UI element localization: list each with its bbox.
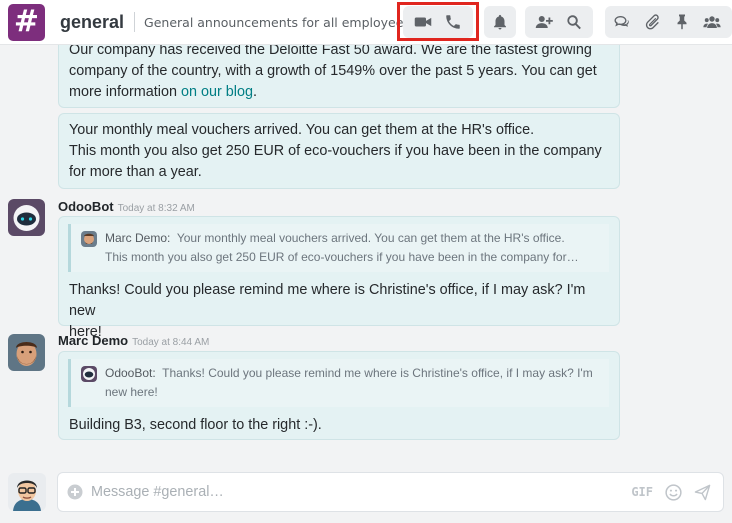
add-users-button[interactable] bbox=[529, 6, 559, 38]
phone-icon bbox=[446, 15, 460, 29]
quoted-author-avatar bbox=[81, 231, 97, 247]
message-thread[interactable]: Our company has received the Deloitte Fa… bbox=[0, 45, 732, 460]
quoted-author: Marc Demo bbox=[105, 231, 168, 245]
robot-icon bbox=[8, 199, 45, 236]
channel-name[interactable]: general bbox=[60, 12, 124, 33]
add-user-icon bbox=[535, 16, 553, 28]
video-camera-icon bbox=[414, 17, 432, 27]
message-timestamp: Today at 8:32 AM bbox=[117, 203, 195, 214]
plus-circle-icon bbox=[67, 484, 83, 500]
quoted-author-avatar bbox=[81, 366, 97, 382]
message-line: company of the country, with a growth of… bbox=[69, 63, 597, 79]
channel-header: # general General announcements for all … bbox=[0, 0, 732, 45]
quote-text: Marc Demo: Your monthly meal vouchers ar… bbox=[105, 229, 579, 267]
reply-quote[interactable]: Marc Demo: Your monthly meal vouchers ar… bbox=[68, 224, 609, 272]
message-header: OdooBot Today at 8:32 AM bbox=[58, 199, 195, 214]
message-line: for more than a year. bbox=[69, 164, 202, 180]
send-button[interactable] bbox=[694, 484, 711, 501]
message-bubble-award: Our company has received the Deloitte Fa… bbox=[58, 45, 620, 108]
message-text: . bbox=[253, 84, 257, 100]
quote-line: Marc Demo: Your monthly meal vouchers ar… bbox=[105, 229, 579, 248]
members-icon bbox=[703, 16, 721, 28]
reply-quote[interactable]: OdooBot: Thanks! Could you please remind… bbox=[68, 359, 609, 407]
pinned-messages-button[interactable] bbox=[667, 6, 697, 38]
send-icon bbox=[694, 484, 711, 500]
message-line: more information on our blog. bbox=[69, 82, 609, 103]
pin-icon bbox=[677, 14, 687, 30]
add-attachment-button[interactable] bbox=[67, 484, 83, 500]
quote-line: This month you also get 250 EUR of eco-v… bbox=[105, 250, 579, 264]
call-button-group bbox=[403, 6, 473, 38]
message-line: Thanks! Could you please remind me where… bbox=[69, 282, 586, 319]
user-face-icon bbox=[8, 473, 46, 511]
threads-icon bbox=[614, 16, 629, 27]
blog-link[interactable]: on our blog bbox=[181, 84, 253, 100]
search-icon bbox=[567, 15, 581, 30]
search-button[interactable] bbox=[559, 6, 589, 38]
message-line: This month you also get 250 EUR of eco-v… bbox=[69, 143, 602, 159]
odoobot-avatar[interactable] bbox=[8, 199, 45, 236]
quote-text: OdooBot: Thanks! Could you please remind… bbox=[105, 364, 593, 402]
author-name[interactable]: Marc Demo bbox=[58, 333, 128, 348]
channel-tools-group bbox=[605, 6, 732, 38]
emoji-button[interactable] bbox=[665, 483, 682, 501]
message-bubble-vouchers: Your monthly meal vouchers arrived. You … bbox=[58, 113, 620, 189]
message-timestamp: Today at 8:44 AM bbox=[132, 337, 210, 348]
author-name[interactable]: OdooBot bbox=[58, 199, 114, 214]
message-composer: GIF bbox=[57, 472, 724, 512]
hash-icon: # bbox=[13, 4, 40, 39]
member-search-group bbox=[525, 6, 593, 38]
channel-avatar: # bbox=[8, 3, 45, 41]
quote-line: new here! bbox=[105, 385, 158, 399]
message-text: more information bbox=[69, 84, 181, 100]
message-input[interactable] bbox=[91, 484, 611, 500]
gif-button[interactable]: GIF bbox=[631, 485, 653, 499]
message-line: Our company has received the Deloitte Fa… bbox=[69, 45, 592, 58]
video-call-button[interactable] bbox=[408, 6, 438, 38]
quote-separator: : bbox=[152, 366, 156, 380]
quoted-author: OdooBot bbox=[105, 366, 153, 380]
quote-line: OdooBot: Thanks! Could you please remind… bbox=[105, 364, 593, 383]
voice-call-button[interactable] bbox=[438, 6, 468, 38]
message-bubble-odoobot: Marc Demo: Your monthly meal vouchers ar… bbox=[58, 216, 620, 340]
marc-demo-avatar[interactable] bbox=[8, 334, 45, 371]
notification-settings-button[interactable] bbox=[485, 6, 515, 38]
quote-content: Your monthly meal vouchers arrived. You … bbox=[176, 231, 565, 245]
members-button[interactable] bbox=[697, 6, 727, 38]
message-line: Your monthly meal vouchers arrived. You … bbox=[69, 122, 535, 138]
message-header: Marc Demo Today at 8:44 AM bbox=[58, 333, 209, 348]
message-line: Building B3, second floor to the right :… bbox=[69, 417, 322, 433]
attachment-icon bbox=[645, 14, 659, 30]
header-divider bbox=[134, 12, 136, 32]
emoji-icon bbox=[665, 483, 682, 501]
quote-content: Thanks! Could you please remind me where… bbox=[162, 366, 593, 380]
current-user-avatar bbox=[8, 473, 46, 511]
threads-button[interactable] bbox=[607, 6, 637, 38]
attachments-button[interactable] bbox=[637, 6, 667, 38]
user-face-icon bbox=[8, 334, 45, 371]
bell-icon bbox=[494, 14, 506, 30]
channel-description[interactable]: General announcements for all employees. bbox=[144, 15, 414, 30]
notification-button-group bbox=[484, 6, 516, 38]
message-bubble-marc: OdooBot: Thanks! Could you please remind… bbox=[58, 351, 620, 440]
user-face-icon bbox=[81, 231, 97, 247]
quote-separator: : bbox=[167, 231, 171, 245]
robot-icon bbox=[81, 366, 97, 382]
